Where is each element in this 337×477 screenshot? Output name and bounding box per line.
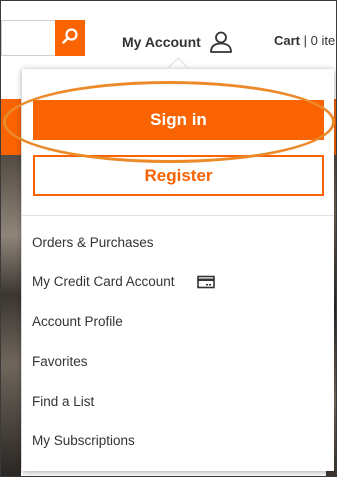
credit-card-icon [196, 275, 215, 289]
search-input[interactable] [1, 20, 55, 56]
cart-link[interactable]: Cart | 0 ite [274, 33, 335, 48]
background-banner-left [1, 99, 21, 155]
my-account-link[interactable]: My Account [122, 31, 233, 53]
menu-divider [22, 215, 334, 216]
sign-in-button[interactable]: Sign in [33, 100, 324, 140]
menu-item-label: Account Profile [32, 314, 123, 329]
search-icon [61, 27, 79, 50]
cart-count: | 0 ite [303, 33, 336, 48]
menu-item-favorites[interactable]: Favorites [32, 354, 88, 369]
menu-item-label: Favorites [32, 354, 88, 369]
menu-item-my-subscriptions[interactable]: My Subscriptions [32, 433, 135, 448]
menu-item-label: Find a List [32, 394, 95, 409]
account-dropdown: Sign in Register Orders & Purchases My C… [22, 69, 334, 471]
menu-item-label: Orders & Purchases [32, 235, 154, 250]
user-icon [209, 31, 233, 53]
menu-item-label: My Credit Card Account [32, 274, 175, 289]
browser-viewport: My Account Cart | 0 ite Sign in Register… [0, 0, 337, 477]
cart-label: Cart [274, 33, 301, 48]
menu-item-credit-card-account[interactable]: My Credit Card Account [32, 274, 215, 289]
menu-item-label: My Subscriptions [32, 433, 135, 448]
register-button[interactable]: Register [33, 155, 324, 196]
menu-item-account-profile[interactable]: Account Profile [32, 314, 123, 329]
my-account-label: My Account [122, 34, 201, 50]
search-button[interactable] [55, 20, 85, 56]
menu-item-orders-purchases[interactable]: Orders & Purchases [32, 235, 154, 250]
background-photo-left [1, 99, 21, 476]
menu-item-find-a-list[interactable]: Find a List [32, 394, 94, 409]
